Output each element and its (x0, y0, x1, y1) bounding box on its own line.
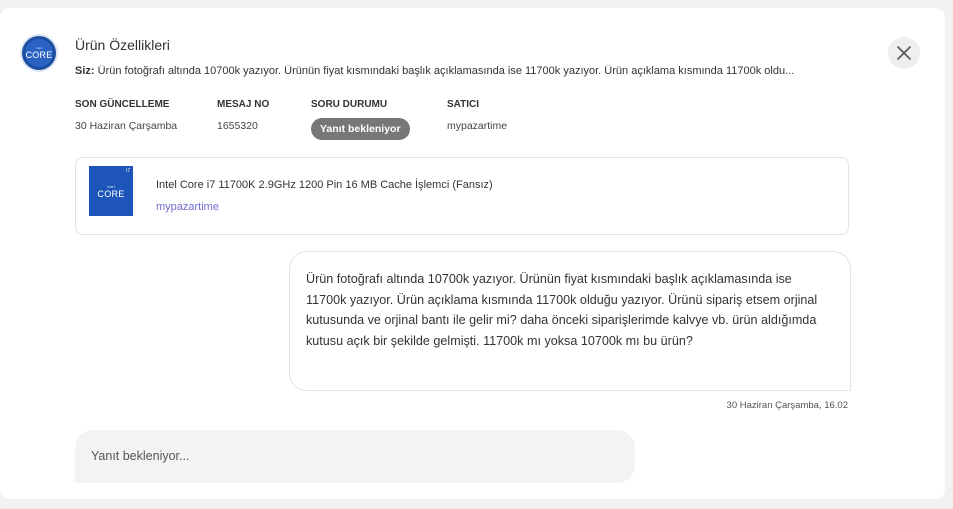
status-badge: Yanıt bekleniyor (311, 118, 410, 140)
status-label: SORU DURUMU (311, 99, 388, 110)
close-icon (897, 46, 911, 60)
seller-label: SATICI (447, 99, 480, 110)
last-update-label: SON GÜNCELLEME (75, 99, 170, 110)
close-button[interactable] (888, 37, 920, 69)
thumb-tier-text: i7 (126, 168, 130, 174)
question-detail-card: intel CORE Ürün Özellikleri Siz: Ürün fo… (0, 8, 945, 499)
product-card[interactable]: i7 intel CORE Intel Core i7 11700K 2.9GH… (75, 157, 849, 235)
product-avatar: intel CORE (22, 36, 56, 70)
message-no-value: 1655320 (217, 120, 258, 132)
last-update-value: 30 Haziran Çarşamba (75, 120, 178, 132)
product-seller-link[interactable]: mypazartime (156, 201, 219, 213)
product-thumbnail[interactable]: i7 intel CORE (89, 166, 133, 216)
message-no-label: MESAJ NO (217, 99, 270, 110)
reply-status-box: Yanıt bekleniyor... (75, 430, 635, 483)
seller-value: mypazartime (447, 120, 508, 132)
reply-status-text: Yanıt bekleniyor... (91, 449, 190, 463)
message-text: Ürün fotoğrafı altında 10700k yazıyor. Ü… (306, 272, 818, 348)
intel-core-logo: intel CORE (25, 39, 53, 67)
message-bubble: Ürün fotoğrafı altında 10700k yazıyor. Ü… (289, 251, 851, 391)
summary-prefix: Siz: (75, 65, 95, 77)
thumb-core-text: CORE (97, 188, 125, 199)
question-summary: Siz: Ürün fotoğrafı altında 10700k yazıy… (75, 65, 850, 77)
avatar-core-text: CORE (25, 49, 53, 60)
page-title: Ürün Özellikleri (75, 37, 170, 53)
summary-text: Ürün fotoğrafı altında 10700k yazıyor. Ü… (97, 65, 795, 77)
message-timestamp: 30 Haziran Çarşamba, 16.02 (726, 400, 848, 411)
product-name[interactable]: Intel Core i7 11700K 2.9GHz 1200 Pin 16 … (156, 179, 493, 191)
